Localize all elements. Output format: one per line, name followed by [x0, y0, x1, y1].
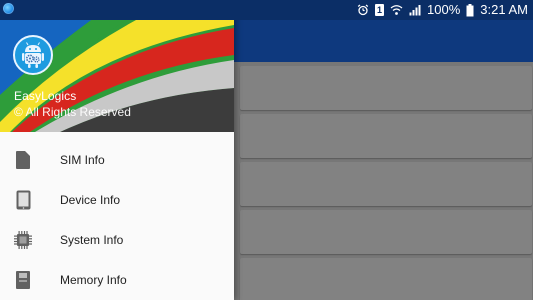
menu-item-label: System Info — [60, 233, 124, 247]
menu-item-label: SIM Info — [60, 153, 105, 167]
status-icons: 1 100% 3:21 AM — [357, 0, 528, 20]
drawer-menu: SIM Info Device Info System Info Memory … — [0, 140, 234, 300]
menu-item-memory-info[interactable]: Memory Info — [0, 260, 234, 300]
android-gear-icon — [22, 42, 44, 68]
alarm-icon — [357, 4, 369, 16]
app-notification-icon — [3, 3, 14, 14]
sim-icon: 1 — [375, 4, 385, 16]
header-subtitle: © All Rights Reserved — [14, 105, 131, 119]
sim-badge: 1 — [377, 5, 383, 15]
menu-item-system-info[interactable]: System Info — [0, 220, 234, 260]
memory-icon — [13, 270, 33, 290]
battery-icon — [466, 3, 474, 16]
tablet-icon — [13, 190, 33, 210]
menu-item-device-info[interactable]: Device Info — [0, 180, 234, 220]
status-bar: 1 100% 3:21 AM — [0, 0, 533, 20]
menu-item-label: Memory Info — [60, 273, 127, 287]
menu-item-label: Device Info — [60, 193, 121, 207]
sim-card-icon — [13, 150, 33, 170]
app-logo — [13, 35, 53, 75]
clock: 3:21 AM — [480, 2, 528, 17]
menu-item-sim-info[interactable]: SIM Info — [0, 140, 234, 180]
signal-icon — [409, 5, 421, 16]
navigation-drawer: EasyLogics © All Rights Reserved SIM Inf… — [0, 0, 234, 300]
screen: 1 100% 3:21 AM EasyLogics © All Rights R… — [0, 0, 533, 300]
wifi-icon — [390, 5, 403, 15]
battery-percent: 100% — [427, 2, 461, 17]
chip-icon — [13, 230, 33, 250]
header-title: EasyLogics — [14, 89, 77, 103]
